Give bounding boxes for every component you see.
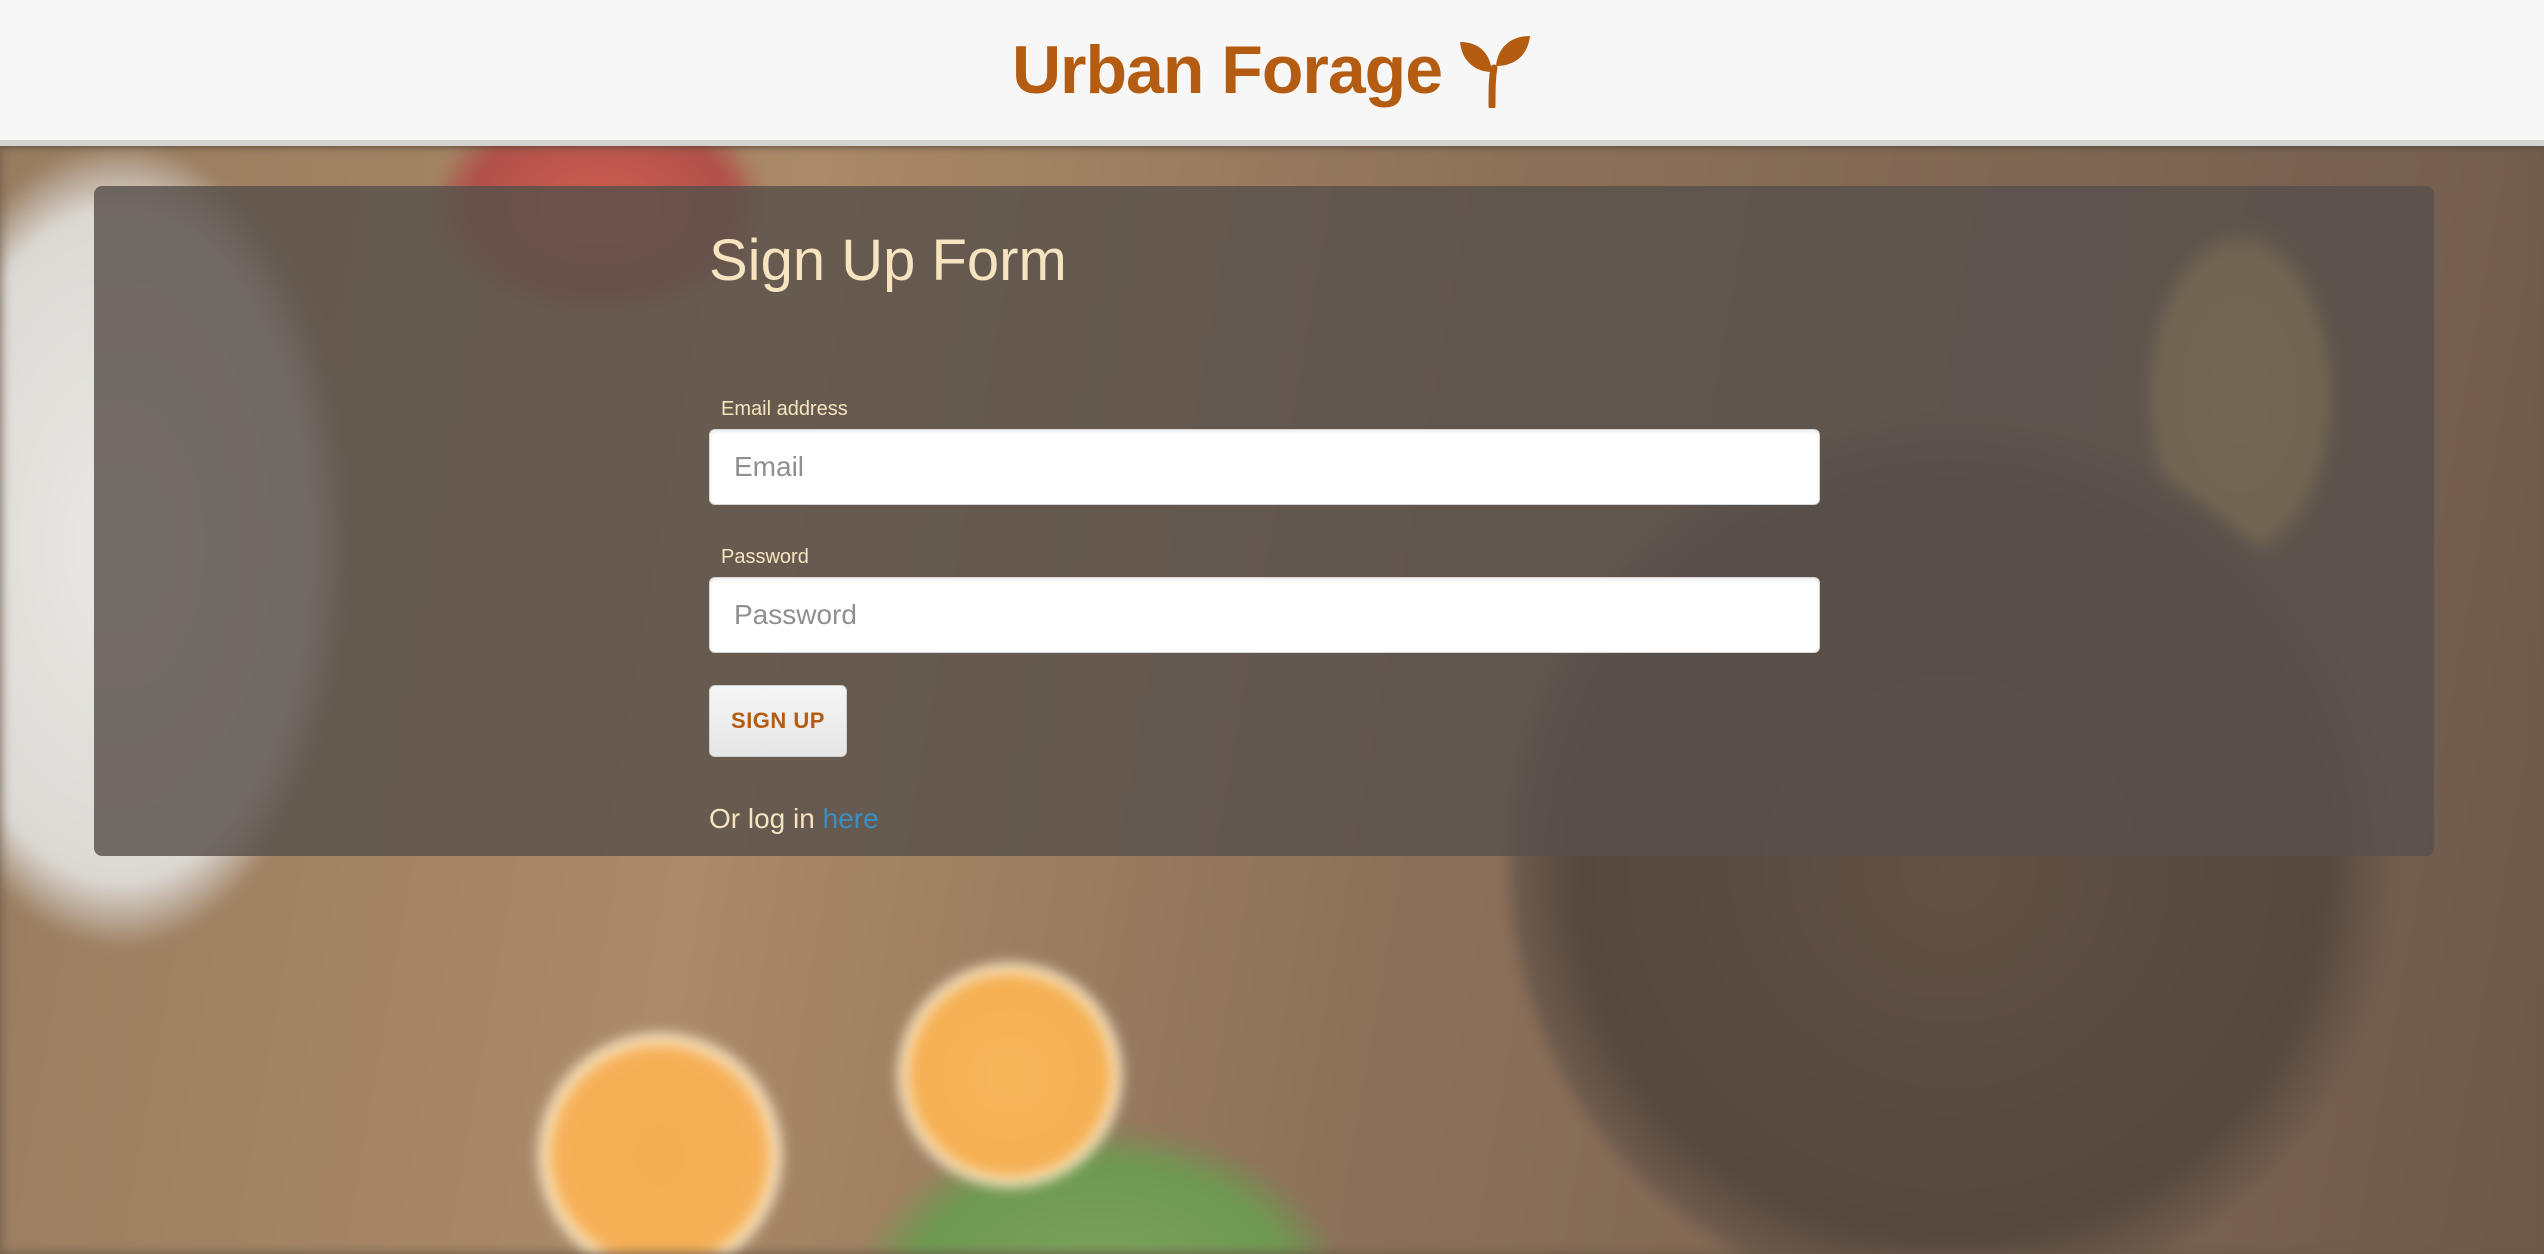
top-navbar: Urban Forage [0,0,2544,146]
login-link[interactable]: here [823,803,879,834]
form-title: Sign Up Form [709,228,1067,293]
password-field[interactable] [709,576,1820,653]
signup-panel: Sign Up Form Email address Password SIGN… [94,186,2434,856]
login-prompt: Or log in here [709,803,1820,835]
signup-form: Sign Up Form Email address Password SIGN… [709,186,1820,835]
login-prompt-text: Or log in [709,802,815,834]
brand-title[interactable]: Urban Forage [1012,31,1443,109]
password-label: Password [721,545,809,568]
brand-logo[interactable]: Urban Forage [1012,31,1532,110]
email-field[interactable] [709,428,1820,505]
sprout-icon [1456,32,1532,110]
email-label: Email address [721,397,848,420]
signup-button[interactable]: SIGN UP [709,684,847,757]
